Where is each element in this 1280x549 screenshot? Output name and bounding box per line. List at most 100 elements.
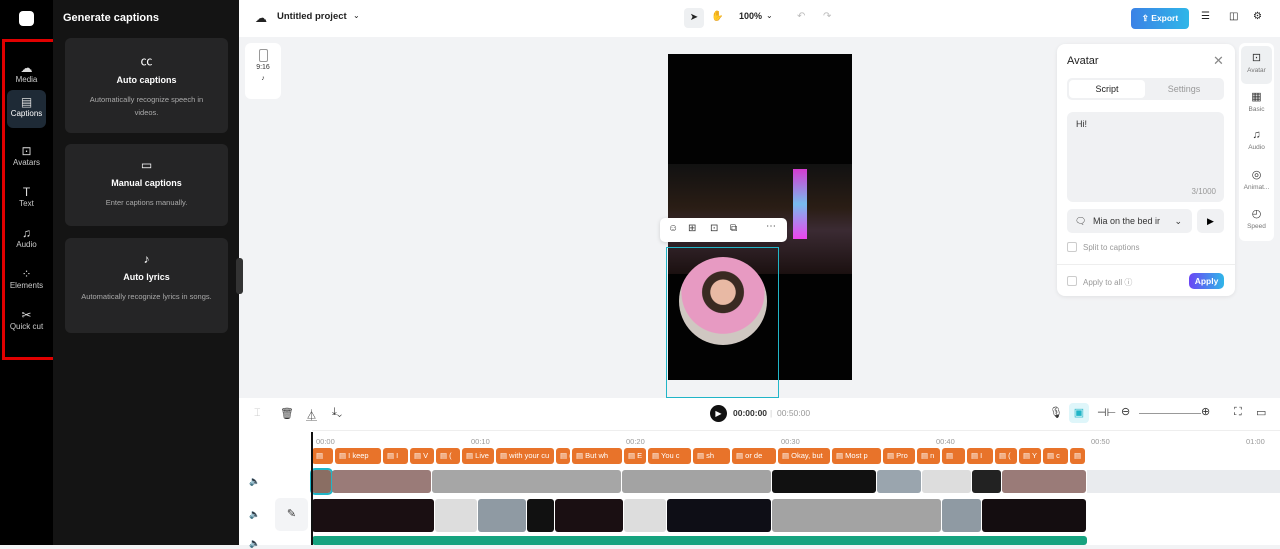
layers-icon[interactable]: ☰ xyxy=(1201,11,1210,22)
layout-icon[interactable]: ◫ xyxy=(1229,11,1238,22)
video-clip[interactable] xyxy=(622,470,771,493)
hand-tool-icon[interactable]: ✋ xyxy=(711,11,723,22)
caption-clip[interactable]: ▤ ( xyxy=(556,448,570,464)
selection-frame[interactable] xyxy=(666,247,779,398)
video-clip[interactable] xyxy=(527,499,554,532)
video-clip[interactable] xyxy=(310,468,333,495)
close-icon[interactable]: ✕ xyxy=(1213,53,1224,69)
caption-clip[interactable]: ▤ Y xyxy=(1019,448,1041,464)
caption-clip[interactable]: ▤ E xyxy=(624,448,646,464)
settings-icon[interactable]: ⚙ xyxy=(1253,11,1262,22)
zoom-slider[interactable] xyxy=(1139,413,1201,414)
caption-clip[interactable]: ▤ You c xyxy=(648,448,691,464)
prop-tab-4[interactable]: ◴ Speed xyxy=(1241,202,1272,240)
video-clip[interactable] xyxy=(667,499,771,532)
microphone-icon[interactable]: 🎙 xyxy=(1049,406,1063,419)
apply-button[interactable]: Apply xyxy=(1189,273,1224,289)
panel-collapse-handle[interactable] xyxy=(236,258,243,294)
track-mute-icon[interactable]: 🔈 xyxy=(249,476,260,487)
zoom-out-icon[interactable]: ⊖ xyxy=(1121,405,1130,418)
video-clip[interactable] xyxy=(312,499,434,532)
prop-tab-2[interactable]: ♫ Audio xyxy=(1241,124,1272,162)
prop-tab-3[interactable]: ◎ Animat... xyxy=(1241,163,1272,201)
video-clip[interactable] xyxy=(1002,470,1086,493)
video-clip[interactable] xyxy=(772,470,876,493)
project-title[interactable]: Untitled project xyxy=(277,11,347,22)
fit-icon[interactable]: ⛶ xyxy=(1234,406,1242,419)
voice-select[interactable]: 🗨 Mia on the bed ir ⌄ xyxy=(1067,209,1192,233)
video-clip[interactable] xyxy=(877,470,921,493)
caption-clip[interactable]: ▤ I keep xyxy=(335,448,381,464)
zoom-chevron-icon[interactable]: ⌄ xyxy=(766,11,773,20)
edit-cover-icon[interactable]: ✎ xyxy=(275,498,308,531)
export-button[interactable]: ⇪ Export xyxy=(1131,8,1189,29)
aspect-ratio-card[interactable]: 9:16 ♪ xyxy=(245,43,281,99)
split-icon[interactable]: ⌶ xyxy=(254,407,261,420)
zoom-in-icon[interactable]: ⊕ xyxy=(1201,405,1210,418)
info-icon[interactable]: ⓘ xyxy=(1124,278,1132,287)
redo-icon[interactable]: ↷ xyxy=(823,11,831,22)
chevron-down-icon[interactable]: ⌄ xyxy=(353,11,360,20)
caption-clip[interactable]: ▤ ( xyxy=(995,448,1017,464)
caption-clip[interactable]: ▤ I xyxy=(967,448,993,464)
video-clip[interactable] xyxy=(332,470,431,493)
split-checkbox[interactable] xyxy=(1067,242,1077,252)
card-auto-captions[interactable]: ㏄ Auto captions Automatically recognize sp… xyxy=(65,38,228,133)
caption-clip[interactable]: ▤ xyxy=(942,448,965,464)
video-clip[interactable] xyxy=(772,499,941,532)
avatar-tool-icon[interactable]: ☺ xyxy=(668,223,678,234)
apply-all-checkbox[interactable] xyxy=(1067,276,1077,286)
video-clip[interactable] xyxy=(555,499,623,532)
video-clip[interactable] xyxy=(982,499,1086,532)
playhead[interactable] xyxy=(311,432,313,545)
prop-tab-0[interactable]: ⊡ Avatar xyxy=(1241,46,1272,84)
tab-settings[interactable]: Settings xyxy=(1146,80,1222,98)
caption-clip[interactable]: ▤ xyxy=(312,448,333,464)
caption-clip[interactable]: ▤ Live xyxy=(462,448,494,464)
card-manual-captions[interactable]: ▭ Manual captions Enter captions manually. xyxy=(65,144,228,226)
caption-clip[interactable]: ▤ n xyxy=(917,448,940,464)
video-clip[interactable] xyxy=(922,470,971,493)
video-clip[interactable] xyxy=(972,470,1001,493)
video-clip[interactable] xyxy=(942,499,981,532)
caption-clip[interactable]: ▤ Okay, but xyxy=(778,448,830,464)
caption-clip[interactable]: ▤ V xyxy=(410,448,434,464)
more-icon[interactable]: ⋯ xyxy=(766,221,776,232)
caption-clip[interactable]: ▤ I xyxy=(383,448,408,464)
caption-clip[interactable]: ▤ But wh xyxy=(572,448,622,464)
feedback-icon[interactable]: ▭ xyxy=(1256,406,1266,419)
select-tool-icon[interactable]: ➤ xyxy=(684,8,704,28)
zoom-level[interactable]: 100% xyxy=(739,11,762,21)
tab-script[interactable]: Script xyxy=(1069,80,1145,98)
avatar-track[interactable] xyxy=(310,468,1087,495)
video-track[interactable] xyxy=(312,499,1087,532)
audio-track[interactable] xyxy=(312,536,1087,545)
track-mute-icon[interactable]: 🔈 xyxy=(249,509,260,520)
caption-clip[interactable]: ▤ with your cu xyxy=(496,448,554,464)
caption-clip[interactable]: ▤ Pro xyxy=(883,448,915,464)
preview-play-button[interactable]: ▶ xyxy=(1197,209,1224,233)
video-clip[interactable] xyxy=(435,499,477,532)
track-mute-icon[interactable]: 🔈 xyxy=(249,538,260,549)
split-view-icon[interactable]: ⊣⊢ xyxy=(1097,406,1116,419)
caption-clip[interactable]: ▤ ( xyxy=(436,448,460,464)
caption-clip[interactable]: ▤ c xyxy=(1043,448,1068,464)
auto-snap-icon[interactable]: ▣ xyxy=(1069,403,1089,423)
crop-icon[interactable]: ⊡ xyxy=(710,223,718,234)
caption-clip[interactable]: ▤ or de xyxy=(732,448,776,464)
undo-icon[interactable]: ↶ xyxy=(797,11,805,22)
video-clip[interactable] xyxy=(624,499,666,532)
video-clip[interactable] xyxy=(478,499,526,532)
download-icon[interactable]: ⤓⌄ xyxy=(332,406,342,419)
mirror-icon[interactable]: ⏅ xyxy=(306,407,317,423)
video-clip[interactable] xyxy=(432,470,621,493)
caption-clip[interactable]: ▤ Most p xyxy=(832,448,881,464)
card-auto-lyrics[interactable]: ♪ Auto lyrics Automatically recognize lyri… xyxy=(65,238,228,333)
play-button[interactable]: ▶ xyxy=(710,405,727,422)
caption-clip[interactable]: ▤ xyxy=(1070,448,1085,464)
prop-tab-1[interactable]: ▦ Basic xyxy=(1241,85,1272,123)
replace-icon[interactable]: ⊞ xyxy=(688,223,696,234)
mask-icon[interactable]: ⧉ xyxy=(730,223,737,234)
script-input[interactable]: Hi! 3/1000 xyxy=(1067,112,1224,202)
caption-clip[interactable]: ▤ sh xyxy=(693,448,730,464)
